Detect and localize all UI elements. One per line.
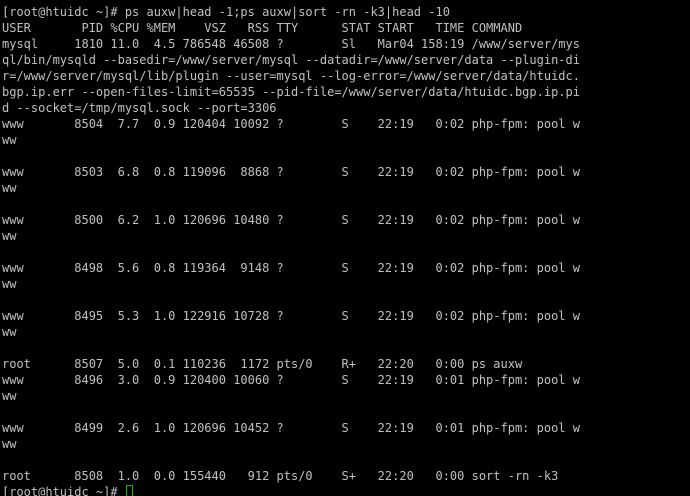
- terminal-line: www 8498 5.6 0.8 119364 9148 ? S 22:19 0…: [2, 261, 580, 275]
- terminal-line: www 8500 6.2 1.0 120696 10480 ? S 22:19 …: [2, 213, 580, 227]
- terminal-window[interactable]: [root@htuidc ~]# ps auxw|head -1;ps auxw…: [0, 0, 690, 496]
- text-cursor: [125, 485, 133, 496]
- terminal-line: d --socket=/tmp/mysql.sock --port=3306: [2, 101, 277, 115]
- terminal-line: ww: [2, 325, 17, 339]
- terminal-line: root 8507 5.0 0.1 110236 1172 pts/0 R+ 2…: [2, 357, 523, 371]
- terminal-line: mysql 1810 11.0 4.5 786548 46508 ? Sl Ma…: [2, 37, 580, 51]
- terminal-line: [root@htuidc ~]# ps auxw|head -1;ps auxw…: [2, 5, 450, 19]
- terminal-line: www 8499 2.6 1.0 120696 10452 ? S 22:19 …: [2, 421, 580, 435]
- prompt-text: [root@htuidc ~]#: [2, 485, 125, 496]
- terminal-line: ww: [2, 133, 17, 147]
- terminal-line: bgp.ip.err --open-files-limit=65535 --pi…: [2, 85, 580, 99]
- terminal-line: www 8495 5.3 1.0 122916 10728 ? S 22:19 …: [2, 309, 580, 323]
- terminal-output: [root@htuidc ~]# ps auxw|head -1;ps auxw…: [2, 4, 690, 484]
- terminal-line: ww: [2, 437, 17, 451]
- terminal-line: ww: [2, 229, 17, 243]
- terminal-line: USER PID %CPU %MEM VSZ RSS TTY STAT STAR…: [2, 21, 523, 35]
- terminal-line: r=/www/server/mysql/lib/plugin --user=my…: [2, 69, 580, 83]
- terminal-line: ww: [2, 277, 17, 291]
- terminal-line: ql/bin/mysqld --basedir=/www/server/mysq…: [2, 53, 580, 67]
- terminal-line: www 8496 3.0 0.9 120400 10060 ? S 22:19 …: [2, 373, 580, 387]
- terminal-line: www 8503 6.8 0.8 119096 8868 ? S 22:19 0…: [2, 165, 580, 179]
- terminal-prompt-line[interactable]: [root@htuidc ~]#: [2, 484, 690, 496]
- terminal-line: ww: [2, 389, 17, 403]
- terminal-line: root 8508 1.0 0.0 155440 912 pts/0 S+ 22…: [2, 469, 559, 483]
- terminal-line: www 8504 7.7 0.9 120404 10092 ? S 22:19 …: [2, 117, 580, 131]
- terminal-line: ww: [2, 181, 17, 195]
